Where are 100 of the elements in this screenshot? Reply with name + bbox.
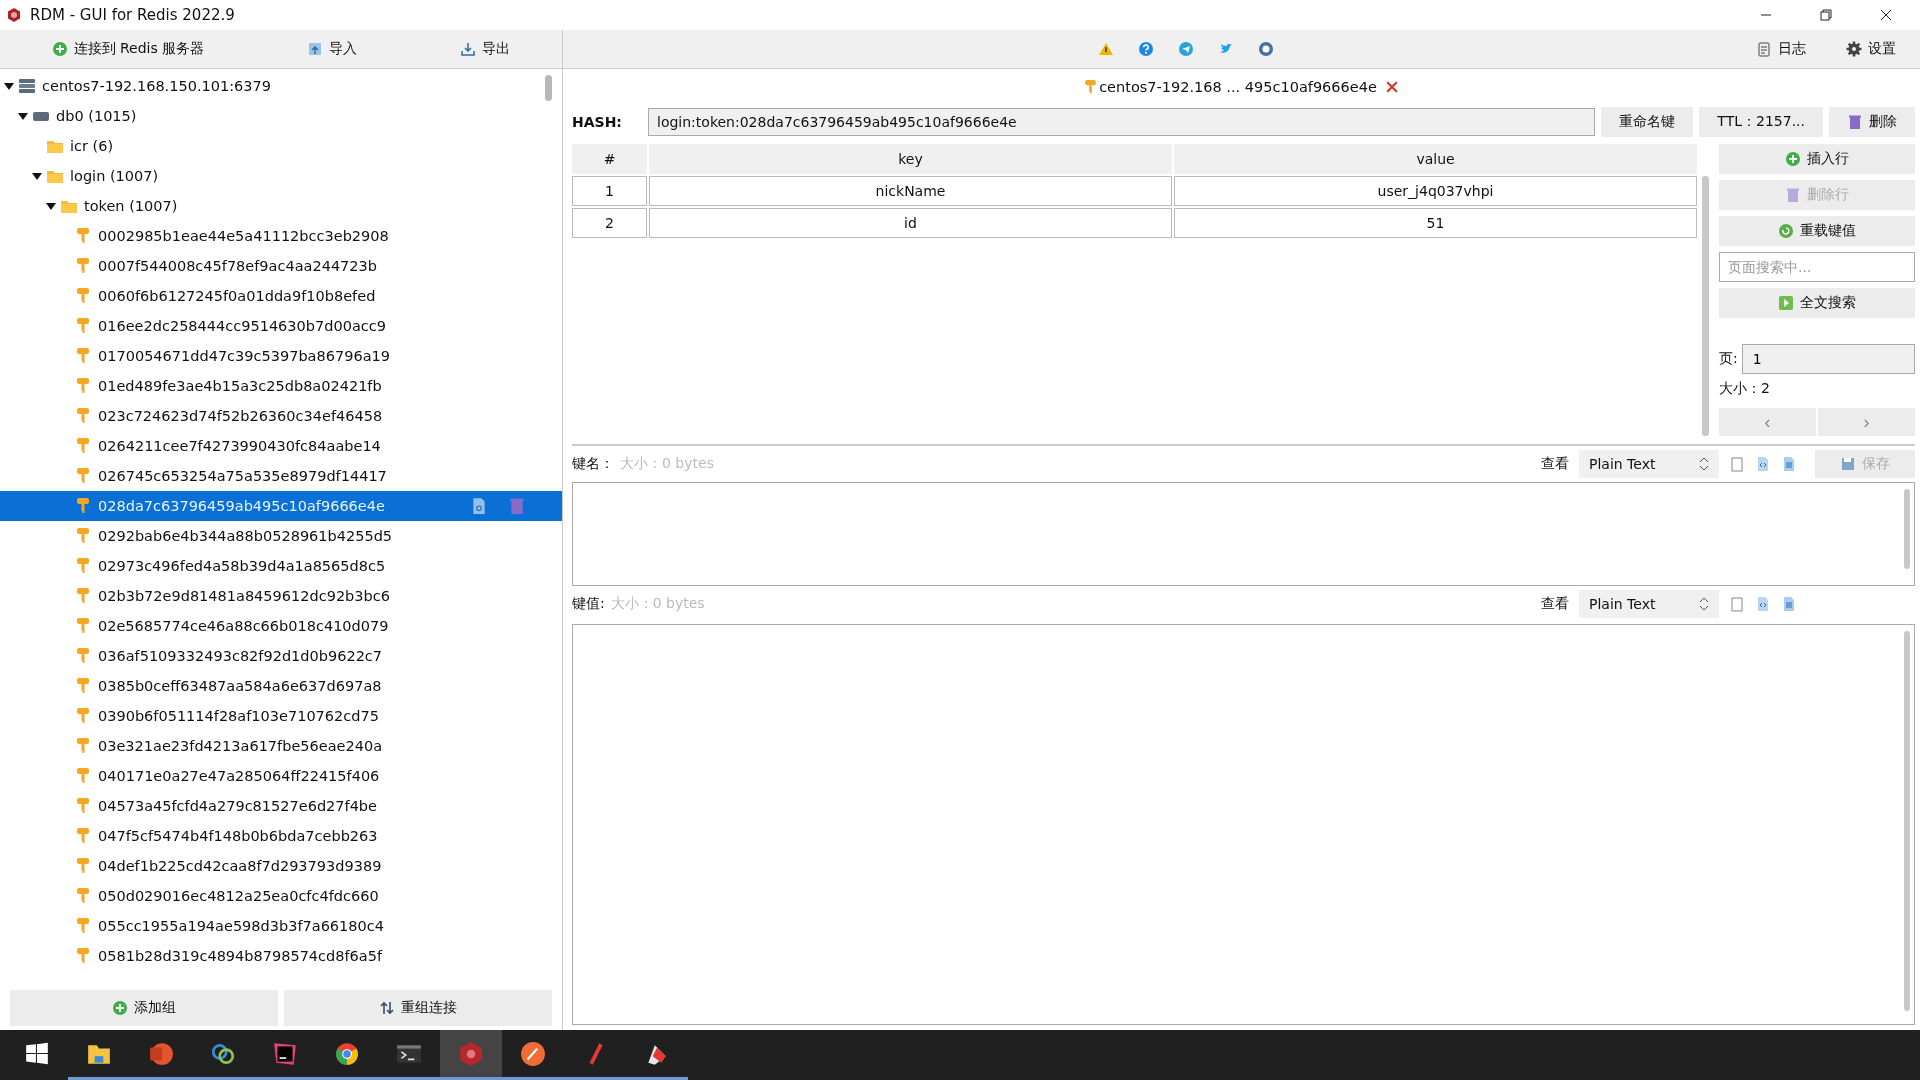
connect-button[interactable]: 连接到 Redis 服务器 (43, 36, 213, 62)
clipboard-icon[interactable] (1729, 456, 1745, 472)
tree-label: 040171e0a27e47a285064ff22415f406 (98, 768, 380, 784)
scrollbar[interactable] (545, 75, 552, 101)
tree-item[interactable]: 023c724623d74f52b26360c34ef46458 (0, 401, 562, 431)
view-label: 查看 (1541, 455, 1569, 473)
insert-row-button[interactable]: 插入行 (1719, 144, 1915, 174)
tree-label: 01ed489fe3ae4b15a3c25db8a02421fb (98, 378, 382, 394)
tree-label: 0002985b1eae44e5a41112bcc3eb2908 (98, 228, 389, 244)
link-document-icon[interactable] (470, 497, 488, 515)
key-icon (74, 917, 92, 935)
tree-label: 02e5685774ce46a88c66b018c410d079 (98, 618, 389, 634)
tree-label: 016ee2dc258444cc9514630b7d00acc9 (98, 318, 386, 334)
format-select[interactable]: Plain Text (1579, 590, 1719, 618)
tree-item[interactable]: 0581b28d319c4894b8798574cd8f6a5f (0, 941, 562, 971)
page-field[interactable]: 1 (1741, 344, 1915, 374)
tree-item[interactable]: login (1007) (0, 161, 562, 191)
scrollbar[interactable] (1702, 176, 1709, 436)
help-icon[interactable] (1137, 41, 1154, 57)
tree-label: token (1007) (84, 198, 178, 214)
tree-item[interactable]: db0 (1015) (0, 101, 562, 131)
tree-item[interactable]: icr (6) (0, 131, 562, 161)
tree-label: 050d029016ec4812a25ea0cfc4fdc660 (98, 888, 379, 904)
key-icon (74, 437, 92, 455)
tree-item[interactable]: 0170054671dd47c39c5397ba86796a19 (0, 341, 562, 371)
tree-item[interactable]: 0390b6f051114f28af103e710762cd75 (0, 701, 562, 731)
paper-plane-icon[interactable] (1177, 41, 1194, 57)
key-icon (74, 677, 92, 695)
tree-item[interactable]: 02e5685774ce46a88c66b018c410d079 (0, 611, 562, 641)
expanded-arrow-icon[interactable] (46, 201, 56, 211)
tree-item[interactable]: 01ed489fe3ae4b15a3c25db8a02421fb (0, 371, 562, 401)
log-button[interactable]: 日志 (1748, 36, 1814, 62)
clipboard-icon[interactable] (1729, 596, 1745, 612)
document-icon[interactable] (1781, 456, 1797, 472)
code-file-icon[interactable] (1755, 596, 1771, 612)
trash-icon (1785, 187, 1801, 203)
column-header[interactable]: # (572, 144, 647, 174)
tree-item[interactable]: 050d029016ec4812a25ea0cfc4fdc660 (0, 881, 562, 911)
key-icon (74, 287, 92, 305)
scrollbar[interactable] (1904, 489, 1910, 569)
key-icon (1085, 78, 1097, 95)
reload-button[interactable]: 重载键值 (1719, 216, 1915, 246)
tree-item[interactable]: token (1007) (0, 191, 562, 221)
tree-item[interactable]: 0292bab6e4b344a88b0528961b4255d5 (0, 521, 562, 551)
format-select[interactable]: Plain Text (1579, 450, 1719, 478)
browser-icon (334, 1040, 360, 1067)
tree-item[interactable]: 036af5109332493c82f92d1d0b9622c7 (0, 641, 562, 671)
export-button[interactable]: 导出 (452, 36, 519, 62)
tree-item[interactable]: 02973c496fed4a58b39d4a1a8565d8c5 (0, 551, 562, 581)
tree-label: 02b3b72e9d81481a8459612dc92b3bc6 (98, 588, 390, 604)
code-file-icon[interactable] (1755, 456, 1771, 472)
warning-icon[interactable] (1097, 41, 1114, 57)
swap-arrows-icon (379, 1000, 395, 1016)
restore-icon[interactable] (1820, 9, 1832, 21)
expanded-arrow-icon[interactable] (4, 81, 14, 91)
full-text-search-button[interactable]: 全文搜索 (1719, 288, 1915, 318)
tree-label: login (1007) (70, 168, 159, 184)
tree-item[interactable]: 04573a45fcfd4a279c81527e6d27f4be (0, 791, 562, 821)
close-tab-icon[interactable] (1385, 80, 1398, 93)
import-button[interactable]: 导入 (299, 36, 366, 62)
tree-item[interactable]: 055cc1955a194ae598d3b3f7a66180c4 (0, 911, 562, 941)
tree-item[interactable]: 040171e0a27e47a285064ff22415f406 (0, 761, 562, 791)
settings-button[interactable]: 设置 (1838, 36, 1904, 62)
column-header[interactable]: key (649, 144, 1172, 174)
tree-item[interactable]: 016ee2dc258444cc9514630b7d00acc9 (0, 311, 562, 341)
tree-item[interactable]: 026745c653254a75a535e8979df14417 (0, 461, 562, 491)
tree-item[interactable]: 0264211cee7f4273990430fc84aabe14 (0, 431, 562, 461)
table-cell: user_j4q037vhpi (1174, 176, 1697, 206)
ide-app-icon (272, 1040, 298, 1067)
rename-button[interactable]: 重命名键 (1601, 107, 1694, 137)
tree-item[interactable]: 047f5cf5474b4f148b0b6bda7cebb263 (0, 821, 562, 851)
tree-item[interactable]: 028da7c63796459ab495c10af9666e4e (0, 491, 562, 521)
tree-item[interactable]: 03e321ae23fd4213a617fbe56eae240a (0, 731, 562, 761)
expanded-arrow-icon[interactable] (18, 111, 28, 121)
regroup-button[interactable]: 重组连接 (284, 990, 552, 1026)
ttl-button[interactable]: TTL：2157... (1699, 107, 1823, 137)
tree-label: 0007f544008c45f78ef9ac4aa244723b (98, 258, 377, 274)
key-icon (74, 827, 92, 845)
add-group-button[interactable]: 添加组 (10, 990, 278, 1026)
close-icon[interactable] (1880, 9, 1892, 21)
expanded-arrow-icon[interactable] (32, 171, 42, 181)
tree-item[interactable]: 0007f544008c45f78ef9ac4aa244723b (0, 251, 562, 281)
tree-item[interactable]: 0060f6b6127245f0a01dda9f10b8efed (0, 281, 562, 311)
key-icon (74, 797, 92, 815)
table-cell: 51 (1174, 208, 1697, 238)
key-name-field[interactable]: login:token:028da7c63796459ab495c10af9666e4e (648, 108, 1596, 136)
search-field[interactable]: 页面搜索中... (1719, 252, 1915, 282)
tree-label: centos7-192.168.150.101:6379 (42, 78, 271, 94)
scrollbar[interactable] (1904, 631, 1910, 1011)
key-icon (74, 527, 92, 545)
document-icon[interactable] (1781, 596, 1797, 612)
tree-item[interactable]: 04def1b225cd42caa8f7d293793d9389 (0, 851, 562, 881)
key-icon (74, 767, 92, 785)
tree-item[interactable]: centos7-192.168.150.101:6379 (0, 71, 562, 101)
tree-item[interactable]: 0002985b1eae44e5a41112bcc3eb2908 (0, 221, 562, 251)
tree-label: 036af5109332493c82f92d1d0b9622c7 (98, 648, 383, 664)
tree-item[interactable]: 0385b0ceff63487aa584a6e637d697a8 (0, 671, 562, 701)
column-header[interactable]: value (1174, 144, 1697, 174)
tree-item[interactable]: 02b3b72e9d81481a8459612dc92b3bc6 (0, 581, 562, 611)
delete-button[interactable]: 删除 (1829, 107, 1915, 137)
